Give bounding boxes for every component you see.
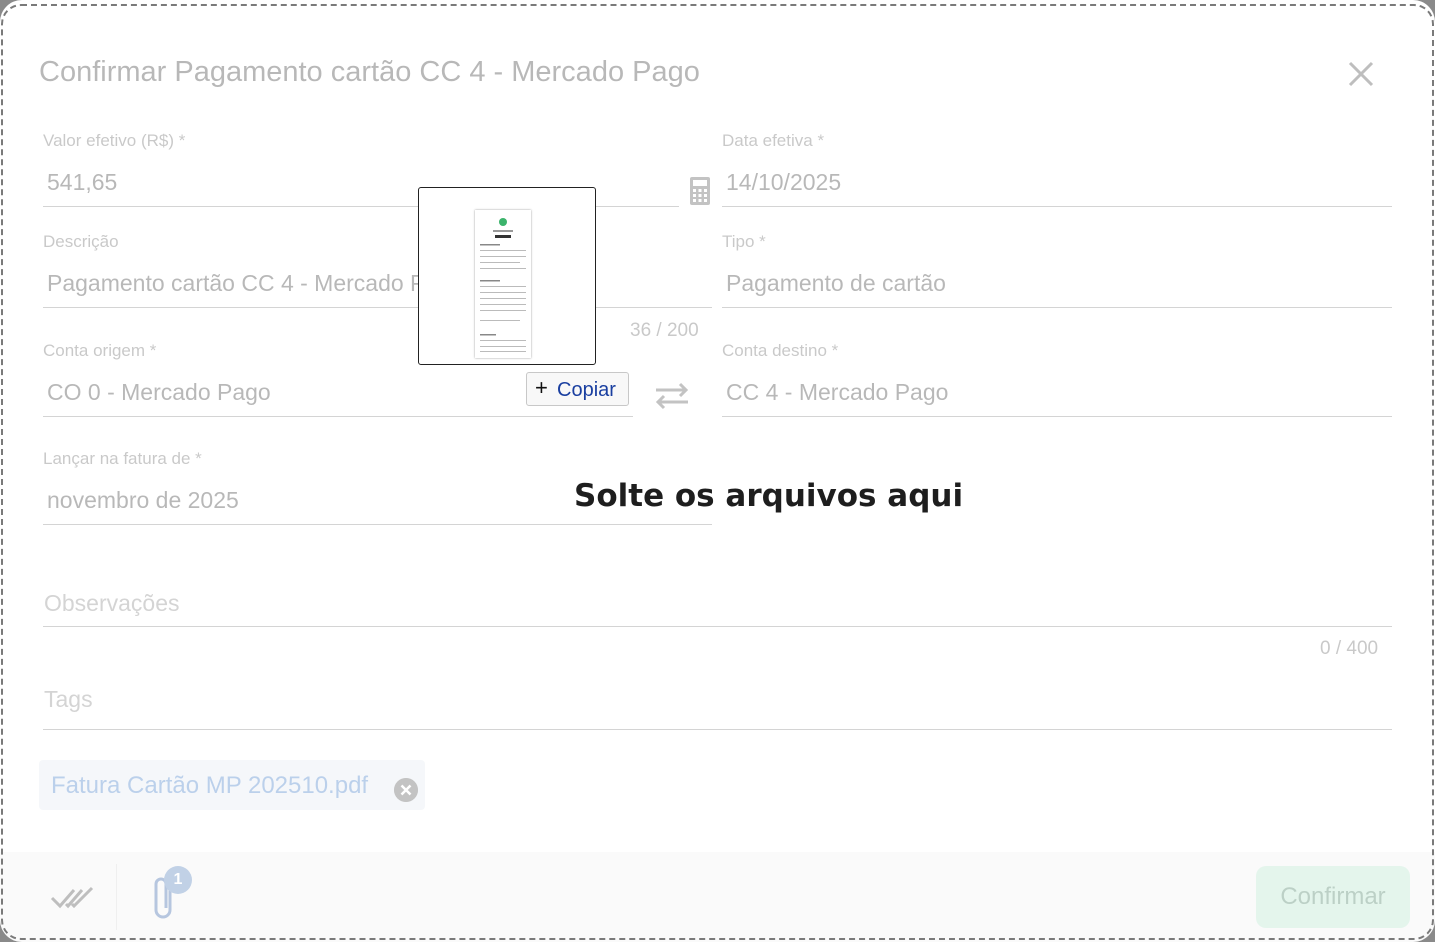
dialog-title: Confirmar Pagamento cartão CC 4 - Mercad… [39,56,700,88]
tags-input[interactable]: Tags [44,686,93,713]
document-thumbnail-icon [475,210,531,358]
type-label: Tipo * [722,232,766,251]
date-label: Data efetiva * [722,131,825,150]
description-field[interactable]: Descrição Pagamento cartão CC 4 - Mercad… [43,232,712,308]
date-field[interactable]: Data efetiva * 14/10/2025 [722,131,1392,207]
calculator-icon[interactable] [689,176,711,206]
type-value: Pagamento de cartão [726,270,946,296]
attachment-count-badge: 1 [164,866,192,894]
dragged-file-preview [418,187,596,365]
notes-input[interactable]: Observações [44,590,180,617]
remove-chip-icon[interactable] [394,778,418,802]
description-value: Pagamento cartão CC 4 - Mercado Pago [47,270,464,296]
close-icon[interactable] [1345,58,1377,90]
amount-value: 541,65 [47,169,118,195]
description-counter: 36 / 200 [630,320,699,341]
footer-divider [116,864,117,930]
tags-underline [43,729,1392,730]
confirm-payment-dialog: Confirmar Pagamento cartão CC 4 - Mercad… [0,0,1435,942]
description-label: Descrição [43,232,119,251]
confirm-button[interactable]: Confirmar [1256,866,1410,928]
destination-account-field[interactable]: Conta destino * CC 4 - Mercado Pago [722,341,1392,417]
attachment-chip[interactable]: Fatura Cartão MP 202510.pdf [39,760,425,810]
date-value: 14/10/2025 [726,169,842,195]
copy-tooltip: + Copiar [526,372,629,406]
notes-underline [43,626,1392,627]
invoice-month-value: novembro de 2025 [47,487,239,513]
destination-account-value: CC 4 - Mercado Pago [726,379,949,405]
notes-counter: 0 / 400 [1320,638,1379,659]
amount-label: Valor efetivo (R$) * [43,131,186,150]
type-field[interactable]: Tipo * Pagamento de cartão [722,232,1392,308]
copy-label: Copiar [557,379,616,401]
done-all-icon[interactable] [50,884,94,912]
invoice-month-label: Lançar na fatura de * [43,449,202,468]
source-account-value: CO 0 - Mercado Pago [47,379,271,405]
destination-account-label: Conta destino * [722,341,839,360]
dialog-footer [0,852,1435,942]
swap-icon[interactable] [652,380,692,412]
plus-icon: + [535,375,548,400]
drop-zone-message: Solte os arquivos aqui [574,478,964,514]
attachment-name: Fatura Cartão MP 202510.pdf [51,772,369,799]
